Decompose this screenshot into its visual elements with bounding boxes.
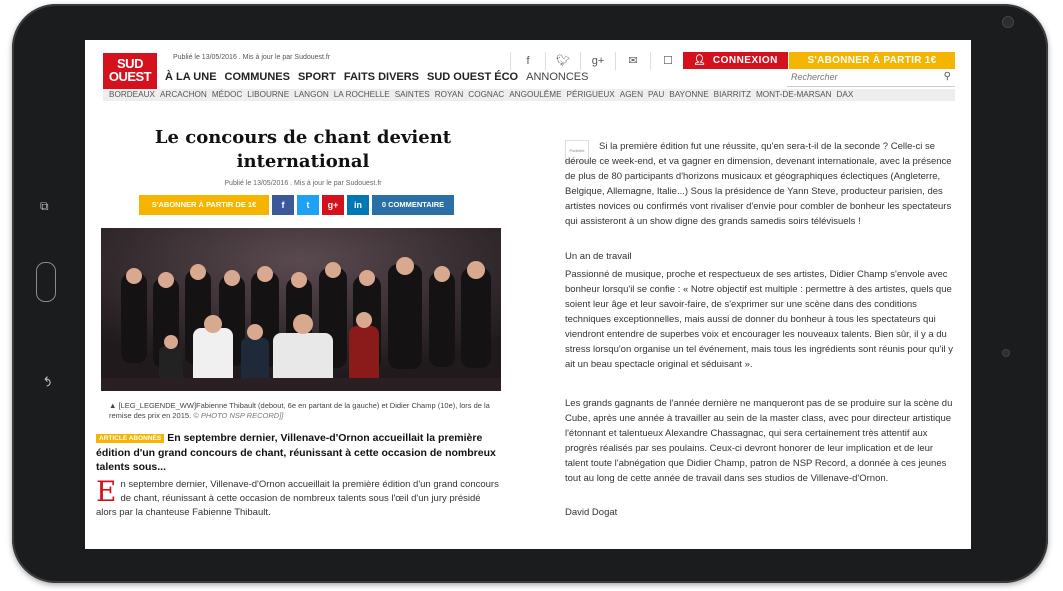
author-signature: David Dogat bbox=[565, 507, 618, 518]
paragraph-1: Si la première édition fut une réussite,… bbox=[565, 141, 952, 227]
nav-item-faits-divers[interactable]: FAITS DIVERS bbox=[344, 71, 419, 83]
city-link[interactable]: PAU bbox=[648, 89, 664, 101]
search-box: ⚲ bbox=[787, 70, 955, 87]
camera-lens bbox=[1002, 16, 1014, 28]
article-title: Le concours de chant devient internation… bbox=[154, 127, 452, 172]
user-icon: 👤︎ bbox=[693, 55, 707, 66]
print-icon[interactable]: ☐ bbox=[650, 52, 685, 70]
city-link[interactable]: LA ROCHELLE bbox=[334, 89, 390, 101]
caption-text: [LEG_LEGENDE_WW]Fabienne Thibault (debou… bbox=[109, 401, 490, 420]
googleplus-share-icon[interactable]: g+ bbox=[322, 195, 344, 215]
twitter-share-icon[interactable]: t bbox=[297, 195, 319, 215]
city-link[interactable]: SAINTES bbox=[395, 89, 430, 101]
search-icon[interactable]: ⚲ bbox=[944, 71, 951, 82]
connexion-label: CONNEXION bbox=[712, 55, 778, 66]
facebook-share-icon[interactable]: f bbox=[272, 195, 294, 215]
subscribe-top-button[interactable]: S'ABONNER À PARTIR 1€ bbox=[789, 52, 955, 69]
section-subheading: Un an de travail bbox=[565, 251, 632, 262]
browser-screen: SUD OUEST Publié le 13/05/2016 . Mis à j… bbox=[85, 40, 971, 549]
header-social-bar: f 🐦︎ g+ ✉ ☐ bbox=[510, 52, 685, 70]
site-logo[interactable]: SUD OUEST bbox=[103, 53, 157, 89]
city-link[interactable]: ANGOULÊME bbox=[509, 89, 561, 101]
home-button[interactable] bbox=[36, 262, 56, 302]
share-bar: S'ABONNER À PARTIR DE 1€ f t g+ in 0 COM… bbox=[139, 195, 454, 215]
article-pub-info: Publié le 13/05/2016 . Mis à jour le par… bbox=[224, 180, 382, 187]
nav-item-eco[interactable]: SUD OUEST ÉCO bbox=[427, 71, 518, 83]
facebook-icon[interactable]: f bbox=[510, 52, 545, 70]
city-link[interactable]: BAYONNE bbox=[669, 89, 708, 101]
main-nav: À LA UNE COMMUNES SPORT FAITS DIVERS SUD… bbox=[165, 71, 588, 83]
city-link[interactable]: ARCACHON bbox=[160, 89, 207, 101]
city-link[interactable]: ROYAN bbox=[435, 89, 464, 101]
sensor-dot bbox=[1002, 349, 1010, 357]
googleplus-icon[interactable]: g+ bbox=[580, 52, 615, 70]
caption-arrow-icon: ▲ bbox=[109, 401, 117, 410]
comments-button[interactable]: 0 COMMENTAIRE bbox=[372, 195, 454, 215]
search-input[interactable] bbox=[787, 70, 935, 84]
logo-line2: OUEST bbox=[108, 69, 152, 84]
nav-item-sport[interactable]: SPORT bbox=[298, 71, 336, 83]
linkedin-share-icon[interactable]: in bbox=[347, 195, 369, 215]
paragraph-2: Passionné de musique, proche et respectu… bbox=[565, 269, 954, 370]
nav-item-une[interactable]: À LA UNE bbox=[165, 71, 217, 83]
group-photo-illustration bbox=[101, 228, 501, 391]
connexion-button[interactable]: 👤︎ CONNEXION bbox=[683, 52, 788, 69]
city-link[interactable]: LIBOURNE bbox=[247, 89, 289, 101]
back-icon[interactable]: ↶ bbox=[38, 376, 53, 387]
city-nav: BORDEAUX ARCACHON MÉDOC LIBOURNE LANGON … bbox=[103, 89, 955, 101]
photo-caption: ▲ [LEG_LEGENDE_WW]Fabienne Thibault (deb… bbox=[109, 401, 501, 421]
dropcap: E bbox=[96, 475, 117, 508]
city-link[interactable]: DAX bbox=[837, 89, 854, 101]
city-link[interactable]: MONT-DE-MARSAN bbox=[756, 89, 832, 101]
city-link[interactable]: COGNAC bbox=[468, 89, 504, 101]
twitter-icon[interactable]: 🐦︎ bbox=[545, 52, 580, 70]
city-link[interactable]: LANGON bbox=[294, 89, 329, 101]
caption-credit: © PHOTO NSP RECORD]] bbox=[193, 411, 284, 420]
city-link[interactable]: MÉDOC bbox=[212, 89, 242, 101]
subscriber-badge: ARTICLE ABONNÉS bbox=[96, 434, 165, 443]
city-link[interactable]: BORDEAUX bbox=[109, 89, 155, 101]
article-body-start: En septembre dernier, Villenave-d'Ornon … bbox=[96, 478, 502, 520]
subscribe-button[interactable]: S'ABONNER À PARTIR DE 1€ bbox=[139, 195, 269, 215]
city-link[interactable]: AGEN bbox=[620, 89, 643, 101]
header-pub-info: Publié le 13/05/2016 . Mis à jour le par… bbox=[173, 54, 331, 61]
article-photo[interactable] bbox=[101, 228, 501, 391]
body-first-text: n septembre dernier, Villenave-d'Ornon a… bbox=[96, 479, 499, 518]
article-lead: ARTICLE ABONNÉS En septembre dernier, Vil… bbox=[96, 431, 502, 474]
mail-icon[interactable]: ✉ bbox=[615, 52, 650, 70]
paragraph-3: Les grands gagnants de l'année dernière … bbox=[565, 398, 953, 484]
city-link[interactable]: PÉRIGUEUX bbox=[567, 89, 615, 101]
nav-item-communes[interactable]: COMMUNES bbox=[225, 71, 290, 83]
recent-apps-icon[interactable]: ⧉ bbox=[40, 199, 49, 214]
city-link[interactable]: BIARRITZ bbox=[714, 89, 751, 101]
nav-item-annonces[interactable]: ANNONCES bbox=[526, 71, 588, 83]
